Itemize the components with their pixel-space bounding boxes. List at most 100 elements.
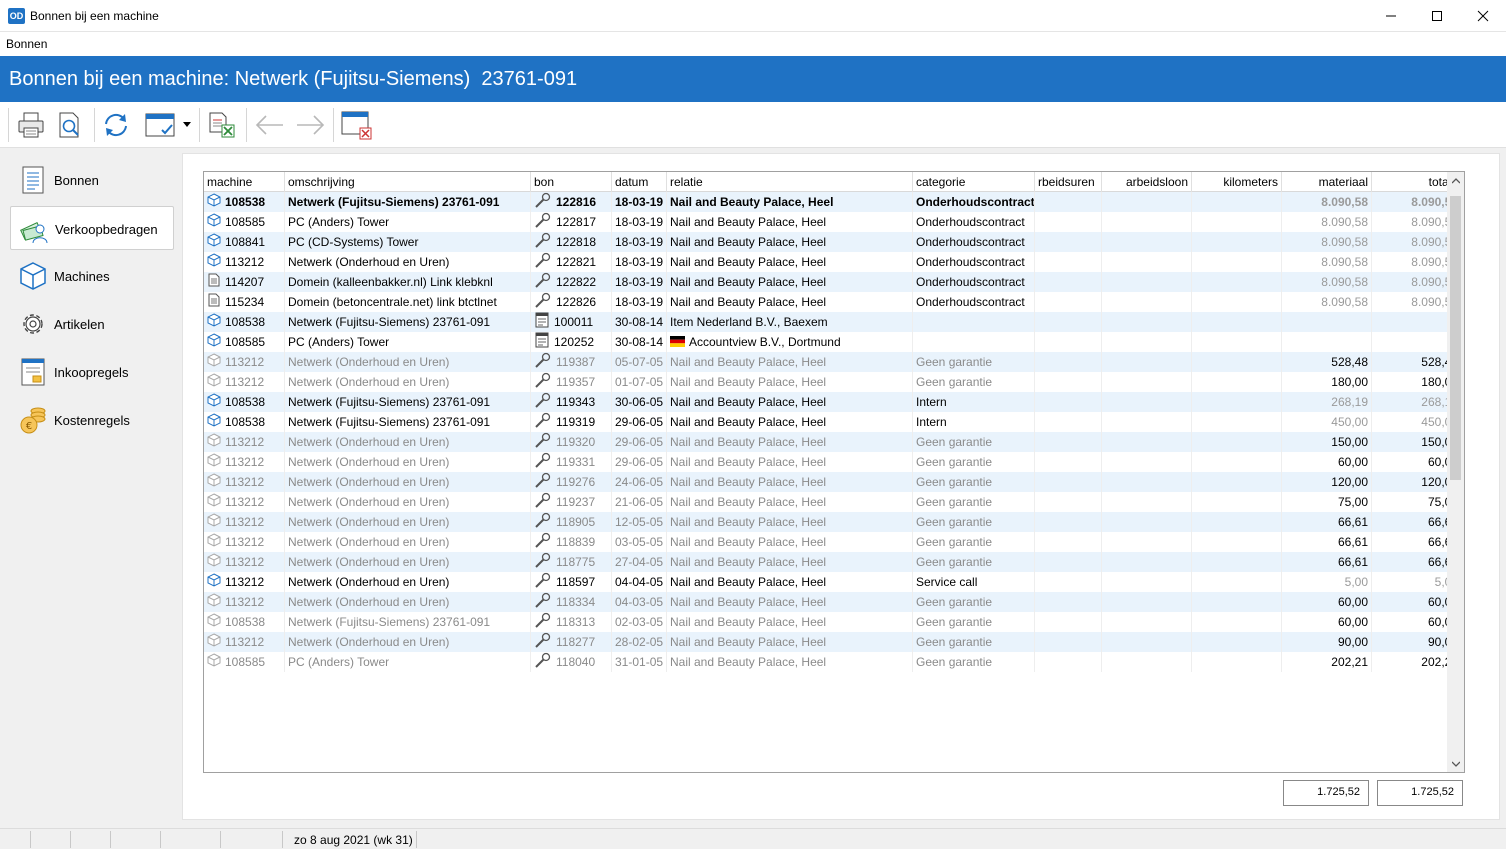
menu-bonnen[interactable]: Bonnen <box>6 37 47 51</box>
column-header-materiaal[interactable]: materiaal <box>1282 172 1372 192</box>
cell-relatie: Nail and Beauty Palace, Heel <box>667 632 913 652</box>
sidebar-item-bonnen[interactable]: Bonnen <box>10 158 174 202</box>
cell-text: Nail and Beauty Palace, Heel <box>670 555 827 569</box>
layout-dropdown-button[interactable] <box>180 108 194 142</box>
column-header-bon[interactable]: bon <box>531 172 612 192</box>
cube-icon <box>207 613 221 632</box>
cell-text: 29-06-05 <box>615 435 664 449</box>
table-row[interactable]: 113212 Netwerk (Onderhoud en Uren) 118277 2… <box>204 632 1462 652</box>
cell-materiaal: 528,48 <box>1282 352 1372 372</box>
cell-text: Onderhoudscontract <box>916 295 1025 309</box>
maximize-button[interactable] <box>1414 0 1460 31</box>
table-row[interactable]: 108538 Netwerk (Fujitsu-Siemens) 23761-09… <box>204 412 1462 432</box>
column-header-datum[interactable]: datum <box>612 172 667 192</box>
cell-text: Nail and Beauty Palace, Heel <box>670 435 827 449</box>
table-row[interactable]: 113212 Netwerk (Onderhoud en Uren) 118334 0… <box>204 592 1462 612</box>
sidebar-item-artikelen[interactable]: Artikelen <box>10 302 174 346</box>
cell-arbeidsloon <box>1102 292 1192 312</box>
cell-arbeidsuren <box>1035 652 1102 672</box>
minimize-button[interactable] <box>1368 0 1414 31</box>
table-row[interactable]: 113212 Netwerk (Onderhoud en Uren) 118905 1… <box>204 512 1462 532</box>
table-row[interactable]: 113212 Netwerk (Onderhoud en Uren) 119320 2… <box>204 432 1462 452</box>
forward-button[interactable] <box>293 108 327 142</box>
column-header-relatie[interactable]: relatie <box>667 172 913 192</box>
cell-relatie: Nail and Beauty Palace, Heel <box>667 592 913 612</box>
cell-text: 30-08-14 <box>615 335 664 349</box>
column-header-kilometers[interactable]: kilometers <box>1192 172 1282 192</box>
cell-text: 119357 <box>556 375 596 390</box>
table-row[interactable]: 108538 Netwerk (Fujitsu-Siemens) 23761-09… <box>204 392 1462 412</box>
cell-text: 202,21 <box>1331 655 1368 669</box>
cell-text: 108538 <box>225 195 266 209</box>
cell-text: Netwerk (Fujitsu-Siemens) 23761-091 <box>288 615 491 629</box>
scrollbar-thumb[interactable] <box>1450 196 1461 480</box>
table-row[interactable]: 113212 Netwerk (Onderhoud en Uren) 122821 1… <box>204 252 1462 272</box>
cell-datum: 29-06-05 <box>612 432 667 452</box>
table-row[interactable]: 113212 Netwerk (Onderhoud en Uren) 118839 0… <box>204 532 1462 552</box>
table-row[interactable]: 113212 Netwerk (Onderhoud en Uren) 118775 2… <box>204 552 1462 572</box>
cell-text: 113212 <box>225 555 265 569</box>
table-row[interactable]: 108538 Netwerk (Fujitsu-Siemens) 23761-09… <box>204 612 1462 632</box>
table-row[interactable]: 113212 Netwerk (Onderhoud en Uren) 119276 2… <box>204 472 1462 492</box>
column-header-categorie[interactable]: categorie <box>913 172 1035 192</box>
table-row[interactable]: 108538 Netwerk (Fujitsu-Siemens) 23761-09… <box>204 312 1462 332</box>
cell-kilometers <box>1192 452 1282 472</box>
cell-text: Intern <box>916 415 947 429</box>
cell-relatie: Item Nederland B.V., Baexem <box>667 312 913 332</box>
cell-omschrijving: Domein (betoncentrale.net) link btctlnet <box>285 292 531 312</box>
sidebar-item-label: Verkoopbedragen <box>55 222 158 237</box>
cell-text: 118040 <box>556 655 596 670</box>
table-row[interactable]: 113212 Netwerk (Onderhoud en Uren) 119357 0… <box>204 372 1462 392</box>
cell-materiaal: 150,00 <box>1282 432 1372 452</box>
export-excel-button[interactable] <box>204 108 238 142</box>
vertical-scrollbar[interactable] <box>1447 172 1464 772</box>
cell-categorie: Geen garantie <box>913 592 1035 612</box>
table-row[interactable]: 108585 PC (Anders) Tower 122817 18-03-19 Nai… <box>204 212 1462 232</box>
close-button[interactable] <box>1460 0 1506 31</box>
form-icon <box>534 332 550 352</box>
layout-button[interactable] <box>142 108 178 142</box>
cell-categorie: Geen garantie <box>913 532 1035 552</box>
table-row[interactable]: 108538 Netwerk (Fujitsu-Siemens) 23761-09… <box>204 192 1462 212</box>
cell-text: 18-03-19 <box>615 295 664 309</box>
print-preview-button[interactable] <box>52 108 86 142</box>
cell-text: 108585 <box>225 215 266 229</box>
scroll-down-button[interactable] <box>1447 755 1464 772</box>
cell-text: 04-04-05 <box>615 575 664 589</box>
sidebar-item-inkoopregels[interactable]: Inkoopregels <box>10 350 174 394</box>
column-header-arbeidsloon[interactable]: arbeidsloon <box>1102 172 1192 192</box>
table-row[interactable]: 108585 PC (Anders) Tower 118040 31-01-05 Nai… <box>204 652 1462 672</box>
column-header-omschrijving[interactable]: omschrijving <box>285 172 531 192</box>
refresh-button[interactable] <box>99 108 133 142</box>
content-panel: machine omschrijving bon datum relatie c… <box>182 153 1500 820</box>
cell-bon: 122817 <box>531 212 612 232</box>
table-row[interactable]: 115234 Domein (betoncentrale.net) link bt… <box>204 292 1462 312</box>
cell-materiaal: 120,00 <box>1282 472 1372 492</box>
sidebar-item-machines[interactable]: Machines <box>10 254 174 298</box>
cell-machine: 108585 <box>204 652 285 672</box>
table-row[interactable]: 114207 Domein (kalleenbakker.nl) Link kle… <box>204 272 1462 292</box>
cell-datum: 02-03-05 <box>612 612 667 632</box>
table-row[interactable]: 113212 Netwerk (Onderhoud en Uren) 119237 2… <box>204 492 1462 512</box>
table-row[interactable]: 113212 Netwerk (Onderhoud en Uren) 118597 0… <box>204 572 1462 592</box>
print-button[interactable] <box>14 108 48 142</box>
cell-bon: 118334 <box>531 592 612 612</box>
table-row[interactable]: 108841 PC (CD-Systems) Tower 122818 18-03-1… <box>204 232 1462 252</box>
cell-relatie: Nail and Beauty Palace, Heel <box>667 512 913 532</box>
table-row[interactable]: 113212 Netwerk (Onderhoud en Uren) 119387 0… <box>204 352 1462 372</box>
table-row[interactable]: 113212 Netwerk (Onderhoud en Uren) 119331 2… <box>204 452 1462 472</box>
scroll-up-button[interactable] <box>1447 172 1464 189</box>
column-header-machine[interactable]: machine <box>204 172 285 192</box>
cell-text: Geen garantie <box>916 555 993 569</box>
sidebar-item-label: Artikelen <box>54 317 105 332</box>
table-row[interactable]: 108585 PC (Anders) Tower 120252 30-08-14 Acc… <box>204 332 1462 352</box>
sidebar-item-kostenregels[interactable]: € Kostenregels <box>10 398 174 442</box>
cell-datum: 29-06-05 <box>612 412 667 432</box>
column-header-arbeidsuren[interactable]: rbeidsuren <box>1035 172 1102 192</box>
cube-icon <box>207 213 221 232</box>
document-icon <box>207 273 221 292</box>
close-window-button[interactable] <box>339 108 373 142</box>
cube-icon <box>207 373 221 392</box>
back-button[interactable] <box>253 108 287 142</box>
sidebar-item-verkoopbedragen[interactable]: Verkoopbedragen <box>10 206 174 250</box>
